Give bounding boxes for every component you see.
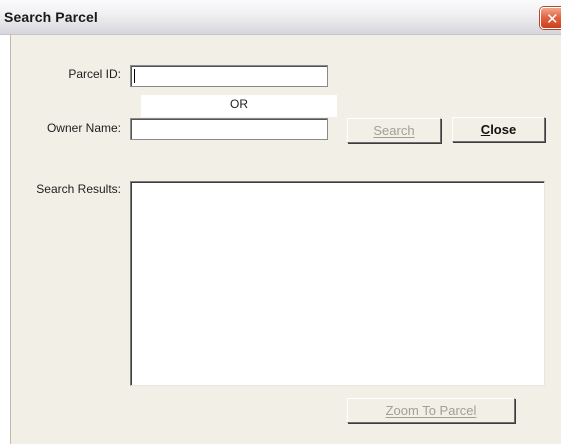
title-bar[interactable]: Search Parcel ✕ [0,0,561,35]
search-results-list[interactable] [130,181,545,386]
search-parcel-window: Search Parcel ✕ Parcel ID: OR Owner Name… [0,0,561,444]
parcel-id-input[interactable] [130,65,328,87]
window-close-button[interactable]: ✕ [540,7,561,29]
owner-name-input[interactable] [130,118,328,140]
close-button-label: lose [490,122,517,137]
or-separator: OR [141,95,337,117]
zoom-to-parcel-button[interactable]: Zoom To Parcel [347,398,515,423]
or-label: OR [230,97,248,111]
text-caret [134,69,135,83]
search-results-label: Search Results: [36,182,121,196]
window-title: Search Parcel [4,9,98,25]
search-button[interactable]: Search [347,118,441,143]
owner-name-label: Owner Name: [46,121,121,135]
close-icon: ✕ [546,10,559,28]
parcel-id-label: Parcel ID: [68,67,121,81]
close-button[interactable]: Close [452,117,545,142]
close-mnemonic: C [480,122,491,137]
